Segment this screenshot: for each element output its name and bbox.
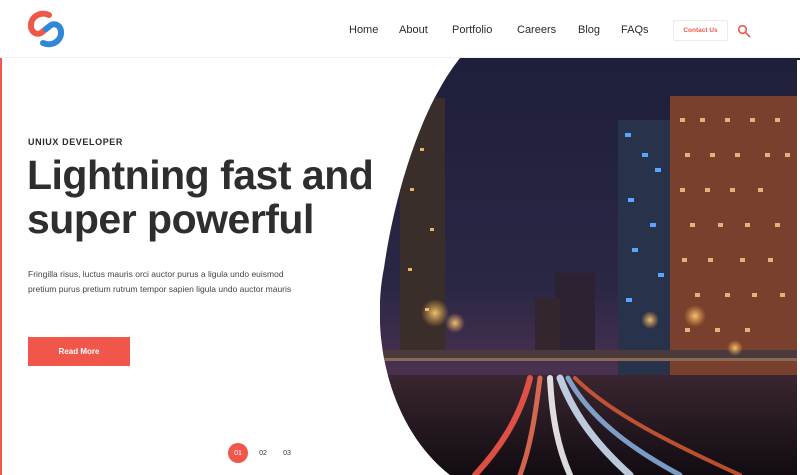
read-more-button[interactable]: Read More xyxy=(28,337,130,366)
nav-item-home[interactable]: Home xyxy=(349,24,378,36)
nav-item-faqs[interactable]: FAQs xyxy=(621,24,649,36)
hero-city-night-image xyxy=(380,58,800,475)
nav-item-portfolio[interactable]: Portfolio xyxy=(452,24,492,36)
nav-item-about[interactable]: About xyxy=(399,24,428,36)
page-button-03[interactable]: 03 xyxy=(277,443,297,463)
search-icon[interactable] xyxy=(737,24,751,38)
left-accent-edge xyxy=(0,0,2,475)
page-button-01[interactable]: 01 xyxy=(228,443,248,463)
logo-icon[interactable] xyxy=(26,9,66,49)
nav-item-careers[interactable]: Careers xyxy=(517,24,556,36)
hero-description: Fringilla risus, luctus mauris orci auct… xyxy=(28,269,292,294)
contact-us-button[interactable]: Contact Us xyxy=(673,20,728,41)
hero-eyebrow: UNIUX DEVELOPER xyxy=(28,137,124,147)
hero-headline-line-2: super powerful xyxy=(27,196,314,242)
page-button-02[interactable]: 02 xyxy=(253,443,273,463)
hero-headline-line-1: Lightning fast and xyxy=(27,152,374,198)
site-header: Home About Portfolio Careers Blog FAQs C… xyxy=(0,0,800,58)
nav-item-blog[interactable]: Blog xyxy=(578,24,600,36)
hero-headline: Lightning fast and super powerful xyxy=(27,153,407,241)
slider-pagination: 01 02 03 xyxy=(0,443,400,463)
